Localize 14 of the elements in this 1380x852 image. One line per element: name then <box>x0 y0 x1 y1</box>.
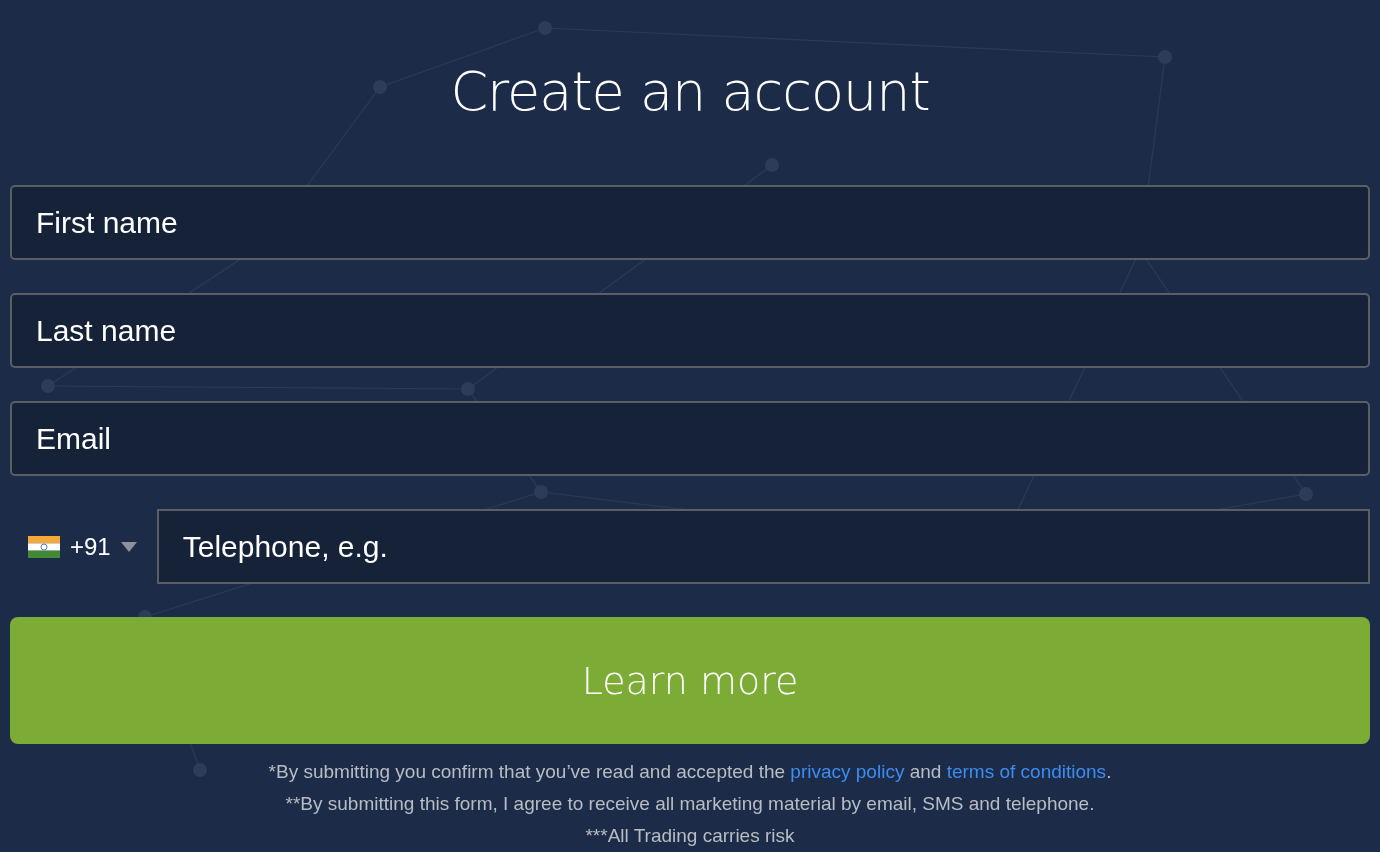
disclaimer-text: **By submitting this form, I agree to receive all marketing material by email, SMS and telephone. <box>285 792 1095 816</box>
caret-icon <box>120 541 137 552</box>
page-title: Create an account <box>450 59 930 125</box>
input-field[interactable]: Email <box>10 401 1370 476</box>
phone-input-field[interactable]: Telephone, e.g. <box>156 509 1370 584</box>
disclaimer-text: *By submitting you confirm that you’ve read and accepted the privacy policy and terms of conditions. <box>268 760 1112 784</box>
flag-icon <box>28 535 60 558</box>
link[interactable]: privacy policy <box>790 761 905 782</box>
input-field[interactable]: First name <box>10 185 1370 260</box>
link[interactable]: terms of conditions <box>946 761 1107 782</box>
disclaimer-text: ***All Trading carries risk <box>585 824 795 848</box>
country-code-dropdown[interactable]: +91 <box>10 509 147 584</box>
learn-more-button[interactable]: Learn more <box>10 617 1370 744</box>
input-field[interactable]: Last name <box>10 293 1370 368</box>
